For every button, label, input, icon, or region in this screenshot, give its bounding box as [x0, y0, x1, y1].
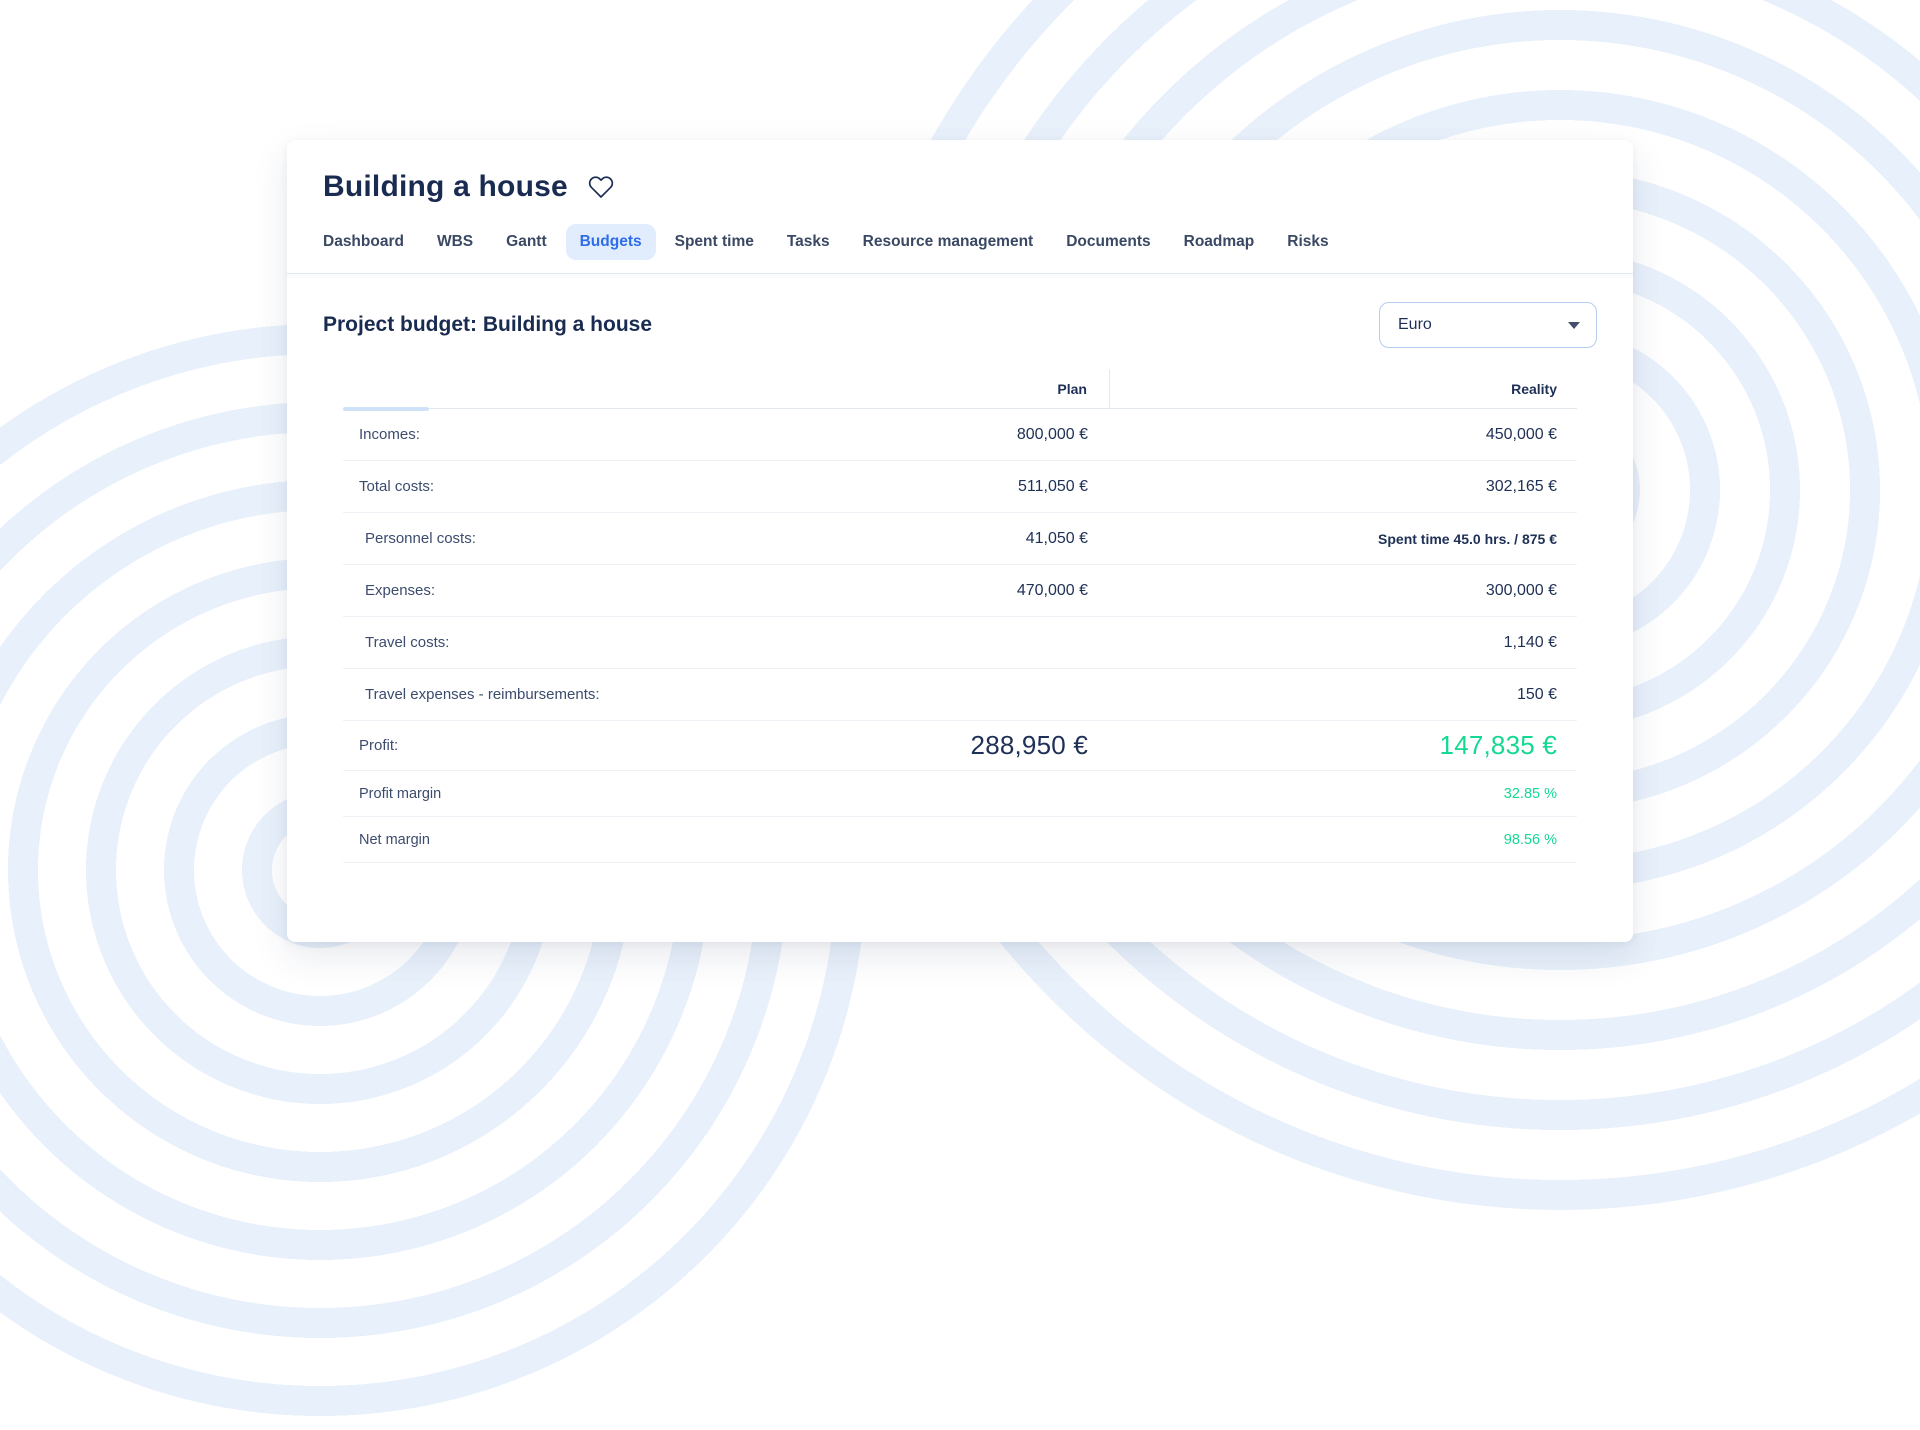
project-title: Building a house — [323, 170, 568, 204]
budget-section: Project budget: Building a house Euro Pl… — [287, 274, 1633, 923]
row-reality-value: 150 € — [1110, 686, 1577, 704]
row-reality-value: 300,000 € — [1110, 582, 1577, 600]
table-row-expenses: Expenses: 470,000 € 300,000 € — [343, 565, 1577, 617]
tab-dashboard[interactable]: Dashboard — [309, 224, 418, 260]
row-label: Incomes: — [343, 426, 770, 443]
row-label: Profit: — [343, 737, 770, 754]
table-row-profit-margin: Profit margin 32.85 % — [343, 771, 1577, 817]
tab-resource-management[interactable]: Resource management — [849, 224, 1048, 260]
tab-wbs[interactable]: WBS — [423, 224, 487, 260]
project-tabs: Dashboard WBS Gantt Budgets Spent time T… — [309, 224, 1597, 260]
project-header: Building a house Dashboard WBS Gantt Bud… — [287, 140, 1633, 260]
project-card: Building a house Dashboard WBS Gantt Bud… — [287, 140, 1633, 942]
table-header-row: Plan Reality — [343, 369, 1577, 409]
row-reality-value: 450,000 € — [1110, 426, 1577, 444]
budget-heading-row: Project budget: Building a house Euro — [323, 302, 1597, 348]
table-header-reality: Reality — [1110, 381, 1577, 397]
row-reality-value: 32.85 % — [1110, 786, 1577, 802]
row-reality-value: 98.56 % — [1110, 832, 1577, 848]
tab-tasks[interactable]: Tasks — [773, 224, 844, 260]
table-row-net-margin: Net margin 98.56 % — [343, 817, 1577, 863]
row-label: Personnel costs: — [343, 530, 770, 547]
table-row-total-costs: Total costs: 511,050 € 302,165 € — [343, 461, 1577, 513]
currency-select-value: Euro — [1398, 316, 1432, 334]
budget-table: Plan Reality Incomes: 800,000 € 450,000 … — [343, 369, 1577, 923]
currency-select[interactable]: Euro — [1379, 302, 1597, 348]
table-row-personnel-costs: Personnel costs: 41,050 € Spent time 45.… — [343, 513, 1577, 565]
favorite-button[interactable] — [586, 172, 616, 202]
row-label: Travel expenses - reimbursements: — [343, 686, 770, 703]
row-plan-value: 288,950 € — [770, 730, 1110, 761]
table-row-incomes: Incomes: 800,000 € 450,000 € — [343, 409, 1577, 461]
tab-budgets[interactable]: Budgets — [566, 224, 656, 260]
row-label: Travel costs: — [343, 634, 770, 651]
title-row: Building a house — [323, 170, 1597, 204]
table-scrollbar-thumb[interactable] — [343, 407, 429, 411]
budget-heading: Project budget: Building a house — [323, 313, 652, 337]
row-label: Expenses: — [343, 582, 770, 599]
table-row-travel-costs: Travel costs: 1,140 € — [343, 617, 1577, 669]
row-plan-value: 41,050 € — [770, 530, 1110, 548]
tab-gantt[interactable]: Gantt — [492, 224, 560, 260]
row-plan-value: 800,000 € — [770, 426, 1110, 444]
row-label: Net margin — [343, 832, 770, 848]
row-label: Total costs: — [343, 478, 770, 495]
row-plan-value: 470,000 € — [770, 582, 1110, 600]
heart-outline-icon — [588, 174, 614, 200]
table-row-travel-reimbursements: Travel expenses - reimbursements: 150 € — [343, 669, 1577, 721]
tab-roadmap[interactable]: Roadmap — [1170, 224, 1269, 260]
row-reality-value: 1,140 € — [1110, 634, 1577, 652]
tab-risks[interactable]: Risks — [1273, 224, 1342, 260]
row-plan-value: 511,050 € — [770, 478, 1110, 496]
table-header-plan: Plan — [770, 369, 1110, 409]
tab-documents[interactable]: Documents — [1052, 224, 1164, 260]
row-reality-value: 147,835 € — [1110, 730, 1577, 761]
tab-spent-time[interactable]: Spent time — [661, 224, 768, 260]
row-reality-value: 302,165 € — [1110, 478, 1577, 496]
row-label: Profit margin — [343, 786, 770, 802]
row-reality-value: Spent time 45.0 hrs. / 875 € — [1110, 531, 1577, 547]
caret-down-icon — [1568, 322, 1580, 329]
table-row-profit: Profit: 288,950 € 147,835 € — [343, 721, 1577, 771]
